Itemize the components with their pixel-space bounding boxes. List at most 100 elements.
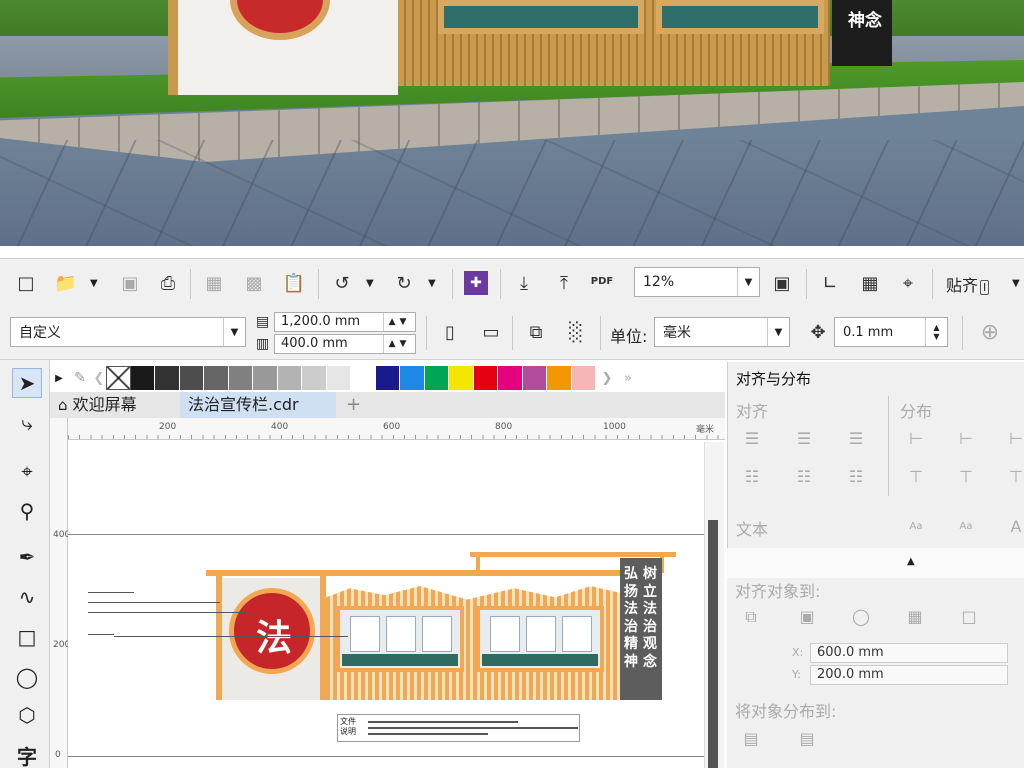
grid-align-icon[interactable]: ▦ (903, 606, 927, 628)
page-center-icon[interactable]: ◯ (849, 606, 873, 628)
chevron-down-icon[interactable]: ▼ (223, 318, 245, 346)
text-tool-icon[interactable]: 字 (12, 740, 42, 768)
snap-to-button[interactable]: 贴齐 I (946, 272, 990, 296)
align-left-icon[interactable]: ☰ (740, 428, 764, 450)
distribute-center-h-icon[interactable]: ⊢ (954, 428, 978, 450)
collapse-up-icon[interactable]: ▲ (907, 556, 915, 567)
chevron-down-icon[interactable]: ▼ (366, 278, 374, 289)
align-right-icon[interactable]: ☰ (844, 428, 868, 450)
pick-tool-icon[interactable]: ➤ (12, 368, 42, 398)
spinner-arrows-icon[interactable]: ▲▼ (383, 313, 415, 331)
align-bottom-icon[interactable]: ☷ (844, 466, 868, 488)
chevron-down-icon[interactable]: ▼ (737, 268, 759, 296)
text-line-icon[interactable]: Aa (954, 516, 978, 538)
no-fill-swatch[interactable] (106, 366, 131, 390)
color-swatch[interactable] (326, 366, 351, 390)
color-swatch[interactable] (449, 366, 474, 390)
text-box-icon[interactable]: A (1004, 516, 1024, 538)
expand-palette-icon[interactable]: » (618, 371, 638, 386)
vertical-ruler[interactable]: 400 200 0 (50, 418, 70, 768)
distribute-center-v-icon[interactable]: ⊤ (954, 466, 978, 488)
distribute-right-icon[interactable]: ⊢ (1004, 428, 1024, 450)
distribute-selection-icon[interactable]: ▤ (739, 728, 763, 750)
color-swatch[interactable] (473, 366, 498, 390)
spinner-arrows-icon[interactable]: ▲▼ (383, 335, 415, 353)
scroll-right-icon[interactable]: ❯ (596, 371, 618, 386)
collapse-band[interactable]: ▲ (727, 548, 1024, 578)
y-position-input[interactable]: 200.0 mm (810, 665, 1008, 685)
align-top-icon[interactable]: ☷ (740, 466, 764, 488)
palette-menu-icon[interactable]: ▶ (50, 373, 68, 384)
save-icon[interactable]: ▣ (118, 271, 142, 295)
color-swatch[interactable] (277, 366, 302, 390)
color-swatch[interactable] (424, 366, 449, 390)
color-swatch[interactable] (375, 366, 400, 390)
color-swatch[interactable] (571, 366, 596, 390)
guidelines-icon[interactable]: ⌖ (896, 271, 920, 295)
fullscreen-icon[interactable]: ▣ (770, 271, 794, 295)
zoom-level-combo[interactable]: 12% ▼ (634, 267, 760, 297)
current-page-icon[interactable]: ░ (564, 320, 588, 344)
zoom-tool-icon[interactable]: ⚲ (12, 496, 42, 526)
color-swatch[interactable] (204, 366, 229, 390)
distribute-page-icon[interactable]: ▤ (795, 728, 819, 750)
open-folder-icon[interactable]: 📁 (54, 271, 78, 295)
color-swatch[interactable] (130, 366, 155, 390)
landscape-icon[interactable]: ▭ (476, 320, 506, 344)
scroll-left-icon[interactable]: ❮ (92, 371, 106, 386)
color-swatch[interactable] (228, 366, 253, 390)
page-size-combo[interactable]: 自定义 ▼ (10, 317, 246, 347)
color-swatch[interactable] (302, 366, 327, 390)
color-swatch[interactable] (400, 366, 425, 390)
align-center-v-icon[interactable]: ☷ (792, 466, 816, 488)
specified-point-icon[interactable]: □ (957, 606, 981, 628)
page-height-input[interactable]: 400.0 mm ▲▼ (274, 334, 416, 354)
color-swatch[interactable] (498, 366, 523, 390)
unit-combo[interactable]: 毫米 ▼ (654, 317, 790, 347)
spinner-arrows-icon[interactable]: ▲▼ (925, 318, 947, 346)
export-icon[interactable]: ⤒ (552, 271, 576, 295)
cut-icon[interactable]: ▦ (202, 271, 226, 295)
shape-tool-icon[interactable]: ⤷ (12, 408, 42, 438)
add-tab-button[interactable]: + (338, 392, 362, 418)
page-edge-icon[interactable]: ▣ (795, 606, 819, 628)
pen-tool-icon[interactable]: ✒ (12, 542, 42, 572)
distribute-bottom-icon[interactable]: ⊤ (1004, 466, 1024, 488)
tab-document[interactable]: 法治宣传栏.cdr (180, 392, 336, 418)
redo-icon[interactable]: ↻ (392, 271, 416, 295)
undo-icon[interactable]: ↺ (330, 271, 354, 295)
x-position-input[interactable]: 600.0 mm (810, 643, 1008, 663)
all-pages-icon[interactable]: ⧉ (524, 320, 548, 344)
portrait-icon[interactable]: ▯ (438, 320, 462, 344)
rectangle-tool-icon[interactable]: □ (12, 622, 42, 652)
distribute-top-icon[interactable]: ⊤ (904, 466, 928, 488)
page-width-input[interactable]: 1,200.0 mm ▲▼ (274, 312, 416, 332)
nudge-distance-input[interactable]: 0.1 mm ▲ ▼ (834, 317, 948, 347)
distribute-left-icon[interactable]: ⊢ (904, 428, 928, 450)
paste-icon[interactable]: 📋 (282, 271, 306, 295)
color-swatch[interactable] (522, 366, 547, 390)
transform-icon[interactable]: ✚ (464, 271, 488, 295)
add-icon[interactable]: ⊕ (978, 320, 1002, 345)
eyedropper-icon[interactable]: ✎ (68, 370, 92, 386)
horizontal-ruler[interactable]: 200 400 600 800 1000 毫米 (68, 418, 725, 440)
import-icon[interactable]: ⤓ (512, 271, 536, 295)
color-swatch[interactable] (253, 366, 278, 390)
color-swatch[interactable] (155, 366, 180, 390)
color-swatch[interactable] (547, 366, 572, 390)
copy-icon[interactable]: ▩ (242, 271, 266, 295)
chevron-down-icon[interactable]: ▼ (1012, 278, 1020, 289)
chevron-down-icon[interactable]: ▼ (90, 278, 98, 289)
ruler-icon[interactable]: ∟ (818, 271, 842, 295)
polygon-tool-icon[interactable]: ⬡ (12, 700, 42, 730)
align-center-h-icon[interactable]: ☰ (792, 428, 816, 450)
crop-tool-icon[interactable]: ⌖ (12, 456, 42, 486)
grid-icon[interactable]: ▦ (858, 271, 882, 295)
new-document-icon[interactable]: □ (14, 271, 38, 295)
print-icon[interactable]: ⎙ (156, 271, 180, 295)
tab-welcome[interactable]: ⌂ 欢迎屏幕 (50, 392, 176, 418)
color-swatch[interactable] (179, 366, 204, 390)
pdf-export-icon[interactable]: PDF (590, 269, 614, 293)
ellipse-tool-icon[interactable]: ◯ (12, 662, 42, 692)
text-baseline-icon[interactable]: Aa (904, 516, 928, 538)
